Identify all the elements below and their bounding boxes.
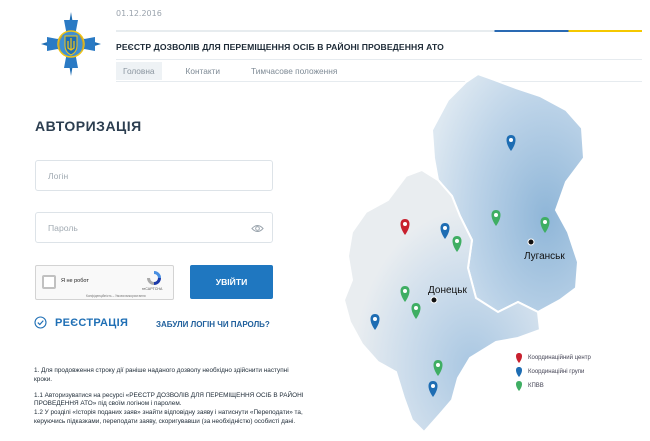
password-field-wrapper bbox=[35, 212, 273, 243]
legend-item-coordination-groups: Координаційні групи bbox=[515, 365, 591, 378]
legend-label: Координаційний центр bbox=[528, 354, 591, 361]
current-date: 01.12.2016 bbox=[116, 9, 162, 18]
luhansk-city-label: Луганськ bbox=[524, 251, 565, 262]
register-label: РЕЄСТРАЦІЯ bbox=[55, 316, 129, 329]
recaptcha-terms[interactable]: Конфіденційність – Умови використання bbox=[86, 294, 146, 298]
register-link[interactable]: РЕЄСТРАЦІЯ bbox=[34, 316, 128, 329]
forgot-credentials-link[interactable]: ЗАБУЛИ ЛОГІН ЧИ ПАРОЛЬ? bbox=[156, 320, 270, 329]
login-input[interactable] bbox=[36, 161, 272, 190]
nav-top-divider bbox=[116, 59, 642, 60]
instruction-step-1-2: 1.2 У розділі «Історія поданих заяв» зна… bbox=[34, 409, 303, 425]
blue-marker-icon bbox=[516, 366, 522, 377]
recaptcha-label: Я не робот bbox=[61, 278, 89, 284]
site-title: РЕЄСТР ДОЗВОЛІВ ДЛЯ ПЕРЕМІЩЕННЯ ОСІБ В Р… bbox=[116, 42, 444, 52]
show-password-eye-icon[interactable] bbox=[251, 223, 264, 234]
map-legend: Координаційний центр Координаційні групи… bbox=[515, 351, 591, 393]
luhansk-city-dot bbox=[527, 238, 535, 246]
main-nav: Головна Контакти Тимчасове положення bbox=[116, 62, 361, 80]
legend-item-coordination-center: Координаційний центр bbox=[515, 351, 591, 364]
sbu-emblem-logo bbox=[41, 12, 101, 76]
check-circle-icon bbox=[34, 316, 47, 329]
nav-item-contacts[interactable]: Контакти bbox=[179, 62, 228, 80]
instruction-step-1: 1. Для продовження строку дії раніше над… bbox=[34, 367, 289, 383]
donetsk-city-dot bbox=[430, 296, 438, 304]
login-field-wrapper bbox=[35, 160, 273, 191]
region-map: Донецьк Луганськ bbox=[342, 72, 586, 434]
legend-item-checkpoints: КПВВ bbox=[515, 379, 591, 392]
recaptcha-icon bbox=[147, 271, 161, 285]
red-marker-icon bbox=[516, 352, 522, 363]
flag-stripe-divider bbox=[116, 30, 642, 32]
instruction-step-1-1: 1.1 Авторизуватися на ресурсі «РЕЄСТР ДО… bbox=[34, 391, 304, 408]
legend-label: КПВВ bbox=[528, 382, 544, 389]
recaptcha-widget: Я не робот reCAPTCHA Конфіденційність – … bbox=[35, 265, 174, 300]
recaptcha-checkbox[interactable] bbox=[42, 275, 56, 289]
green-marker-icon bbox=[516, 380, 522, 391]
recaptcha-brand: reCAPTCHA bbox=[142, 287, 163, 291]
nav-item-home[interactable]: Головна bbox=[116, 62, 162, 80]
login-submit-button[interactable]: УВІЙТИ bbox=[190, 265, 273, 299]
instructions-block: 1. Для продовження строку дії раніше над… bbox=[34, 367, 304, 434]
legend-label: Координаційні групи bbox=[528, 368, 585, 375]
donetsk-city-label: Донецьк bbox=[428, 285, 467, 296]
auth-title: АВТОРИЗАЦІЯ bbox=[35, 118, 142, 134]
password-input[interactable] bbox=[36, 213, 272, 242]
